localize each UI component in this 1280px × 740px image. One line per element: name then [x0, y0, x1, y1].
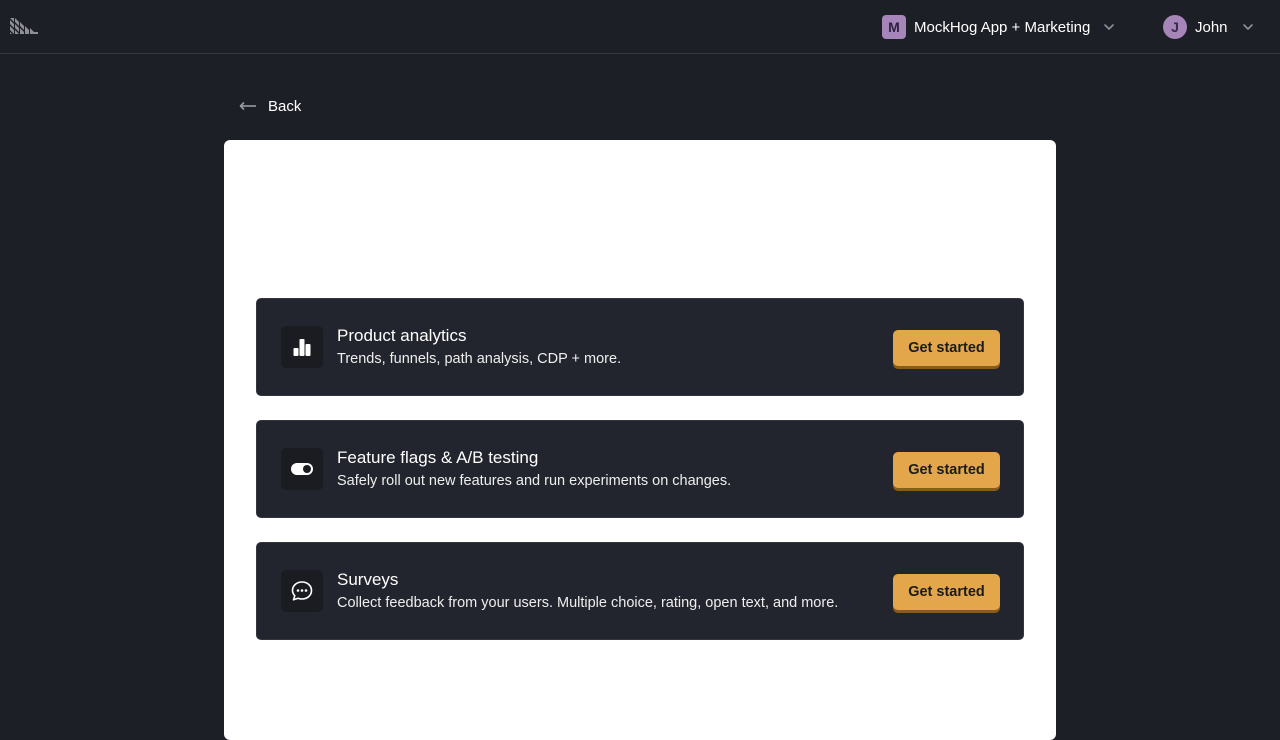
hedgehog-logo-icon[interactable]: [10, 18, 38, 34]
chevron-down-icon: [1242, 24, 1253, 30]
card-description: Trends, funnels, path analysis, CDP + mo…: [337, 351, 622, 367]
get-started-button[interactable]: Get started: [893, 574, 1000, 610]
product-card-surveys: Surveys Collect feedback from your users…: [256, 542, 1024, 640]
get-started-button[interactable]: Get started: [893, 330, 1000, 366]
card-description: Safely roll out new features and run exp…: [337, 473, 732, 489]
card-title: Surveys: [337, 570, 399, 589]
card-icon-container: [281, 570, 323, 612]
chevron-down-icon: [1104, 24, 1115, 30]
user-menu[interactable]: J John: [1163, 15, 1255, 39]
back-button[interactable]: Back: [239, 96, 301, 116]
card-icon-container: [281, 448, 323, 490]
top-navigation-bar: M MockHog App + Marketing J John: [0, 0, 1280, 54]
product-card-analytics: Product analytics Trends, funnels, path …: [256, 298, 1024, 396]
card-title: Feature flags & A/B testing: [337, 448, 539, 467]
user-name: John: [1195, 18, 1228, 36]
card-description: Collect feedback from your users. Multip…: [337, 595, 839, 611]
product-card-feature-flags: Feature flags & A/B testing Safely roll …: [256, 420, 1024, 518]
arrow-left-icon: [239, 101, 256, 111]
project-name: MockHog App + Marketing: [914, 18, 1091, 36]
avatar: J: [1163, 15, 1187, 39]
project-switcher[interactable]: M MockHog App + Marketing: [882, 15, 1116, 39]
back-label: Back: [268, 97, 302, 115]
card-title: Product analytics: [337, 326, 467, 345]
toggle-icon: [291, 463, 313, 475]
chat-bubble-icon: [291, 581, 313, 601]
project-badge: M: [882, 15, 906, 39]
get-started-button[interactable]: Get started: [893, 452, 1000, 488]
onboarding-panel: Product analytics Trends, funnels, path …: [224, 140, 1056, 740]
card-icon-container: [281, 326, 323, 368]
bar-chart-icon: [293, 339, 311, 356]
